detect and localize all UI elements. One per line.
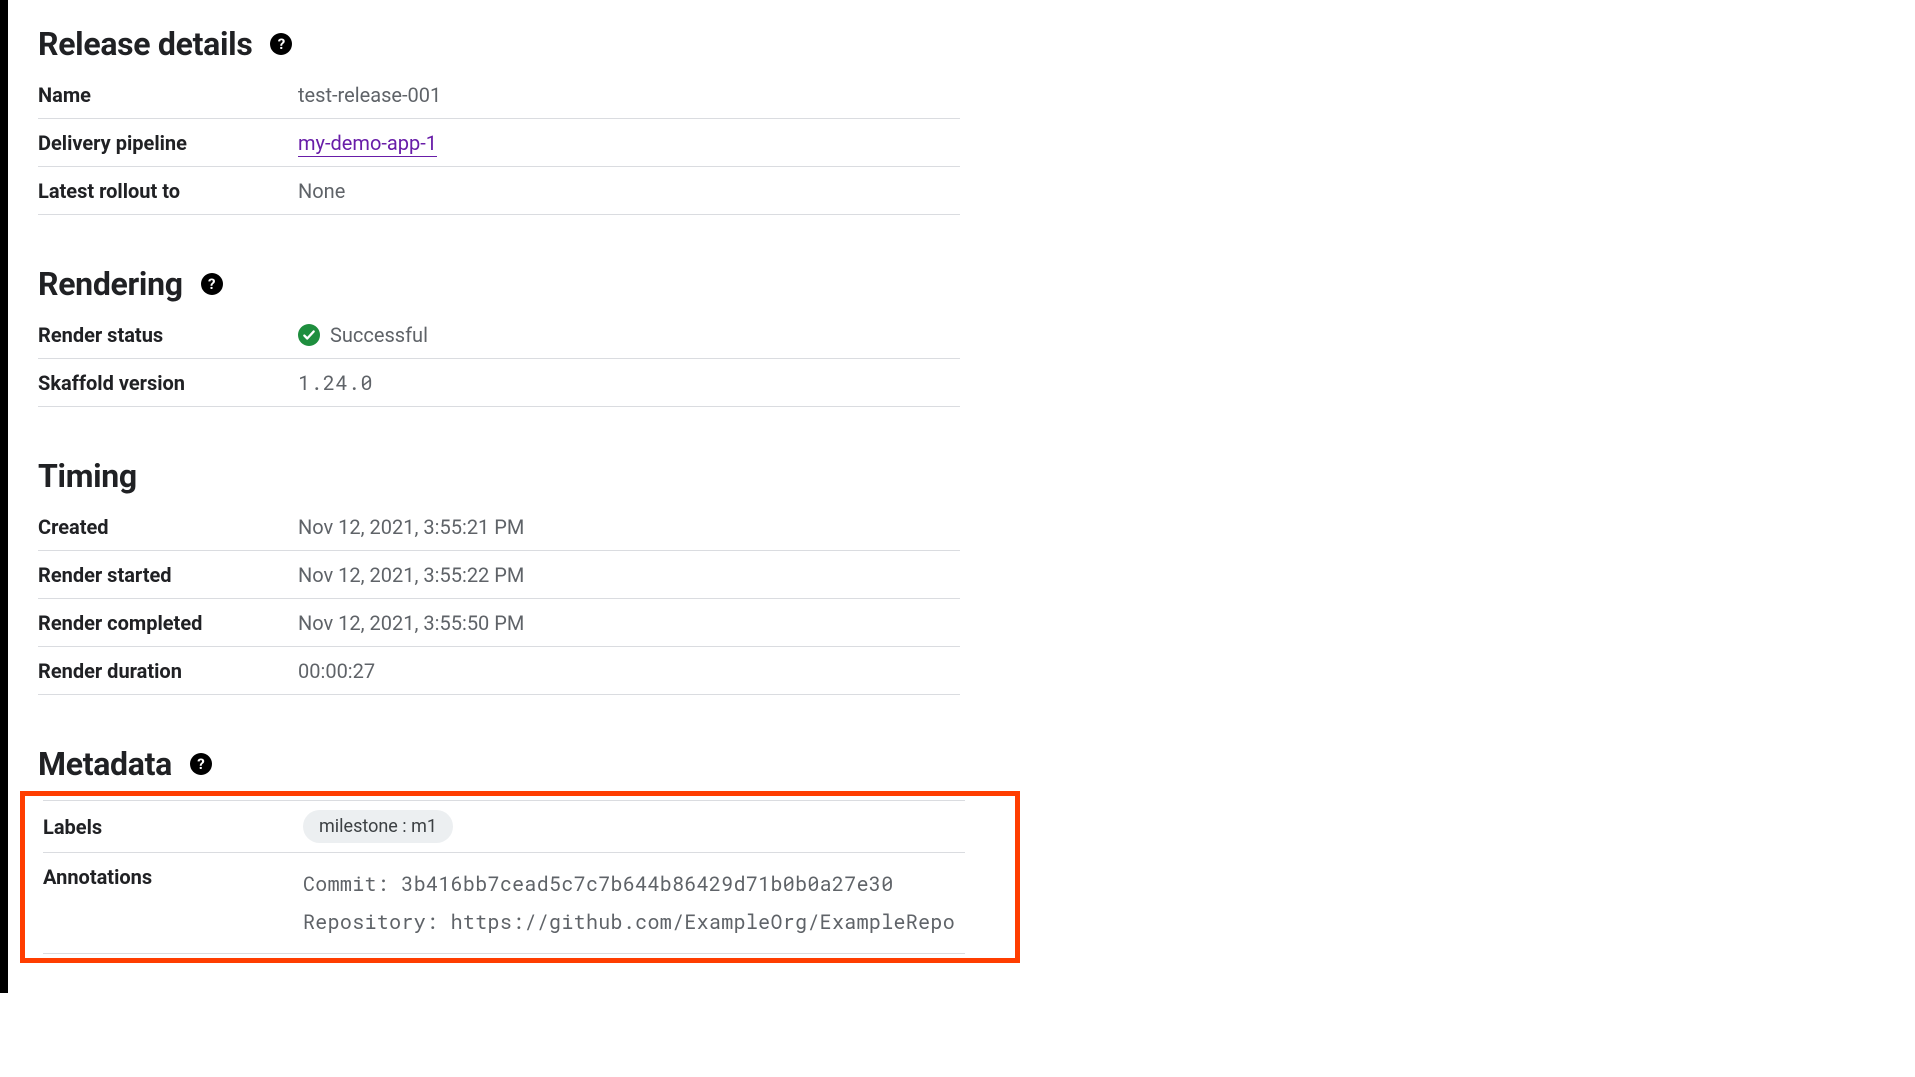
check-circle-icon <box>298 324 320 346</box>
metadata-title: Metadata <box>38 745 172 783</box>
render-duration-label: Render duration <box>38 659 298 683</box>
render-status-label: Render status <box>38 323 298 347</box>
metadata-section: Metadata ? Labels milestone : m1 Annotat… <box>38 745 960 963</box>
release-details-title: Release details <box>38 25 252 63</box>
metadata-highlight: Labels milestone : m1 Annotations Commit… <box>20 791 1020 963</box>
timing-section: Timing Created Nov 12, 2021, 3:55:21 PM … <box>38 457 960 695</box>
pipeline-value: my-demo-app-1 <box>298 131 437 155</box>
skaffold-row: Skaffold version 1.24.0 <box>38 359 960 407</box>
rollout-value: None <box>298 179 345 203</box>
help-icon[interactable]: ? <box>190 753 212 775</box>
render-status-text: Successful <box>330 323 428 347</box>
release-details-panel: Release details ? Name test-release-001 … <box>0 0 990 993</box>
labels-row: Labels milestone : m1 <box>43 800 965 853</box>
rendering-title: Rendering <box>38 265 183 303</box>
timing-title: Timing <box>38 457 137 495</box>
rollout-label: Latest rollout to <box>38 179 298 203</box>
render-completed-row: Render completed Nov 12, 2021, 3:55:50 P… <box>38 599 960 647</box>
render-started-value: Nov 12, 2021, 3:55:22 PM <box>298 563 524 587</box>
release-details-section: Release details ? Name test-release-001 … <box>38 25 960 215</box>
annotation-repo: Repository: https://github.com/ExampleOr… <box>303 903 955 941</box>
rollout-row: Latest rollout to None <box>38 167 960 215</box>
annotations-value: Commit: 3b416bb7cead5c7c7b644b86429d71b0… <box>303 865 955 941</box>
pipeline-row: Delivery pipeline my-demo-app-1 <box>38 119 960 167</box>
pipeline-link[interactable]: my-demo-app-1 <box>298 131 437 157</box>
label-chip: milestone : m1 <box>303 810 453 843</box>
name-row: Name test-release-001 <box>38 71 960 119</box>
name-label: Name <box>38 83 298 107</box>
render-started-label: Render started <box>38 563 298 587</box>
annotations-label: Annotations <box>43 865 303 889</box>
render-completed-label: Render completed <box>38 611 298 635</box>
name-value: test-release-001 <box>298 83 441 107</box>
render-duration-row: Render duration 00:00:27 <box>38 647 960 695</box>
skaffold-label: Skaffold version <box>38 371 298 395</box>
render-status-row: Render status Successful <box>38 311 960 359</box>
created-row: Created Nov 12, 2021, 3:55:21 PM <box>38 503 960 551</box>
annotations-row: Annotations Commit: 3b416bb7cead5c7c7b64… <box>43 853 965 954</box>
annotation-commit: Commit: 3b416bb7cead5c7c7b644b86429d71b0… <box>303 865 955 903</box>
skaffold-value: 1.24.0 <box>298 370 373 396</box>
help-icon[interactable]: ? <box>270 33 292 55</box>
labels-value: milestone : m1 <box>303 810 453 843</box>
created-label: Created <box>38 515 298 539</box>
labels-label: Labels <box>43 815 303 839</box>
help-icon[interactable]: ? <box>201 273 223 295</box>
render-duration-value: 00:00:27 <box>298 659 375 683</box>
render-status-value: Successful <box>298 323 428 347</box>
rendering-section: Rendering ? Render status Successful Ska… <box>38 265 960 407</box>
pipeline-label: Delivery pipeline <box>38 131 298 155</box>
render-completed-value: Nov 12, 2021, 3:55:50 PM <box>298 611 524 635</box>
created-value: Nov 12, 2021, 3:55:21 PM <box>298 515 524 539</box>
render-started-row: Render started Nov 12, 2021, 3:55:22 PM <box>38 551 960 599</box>
